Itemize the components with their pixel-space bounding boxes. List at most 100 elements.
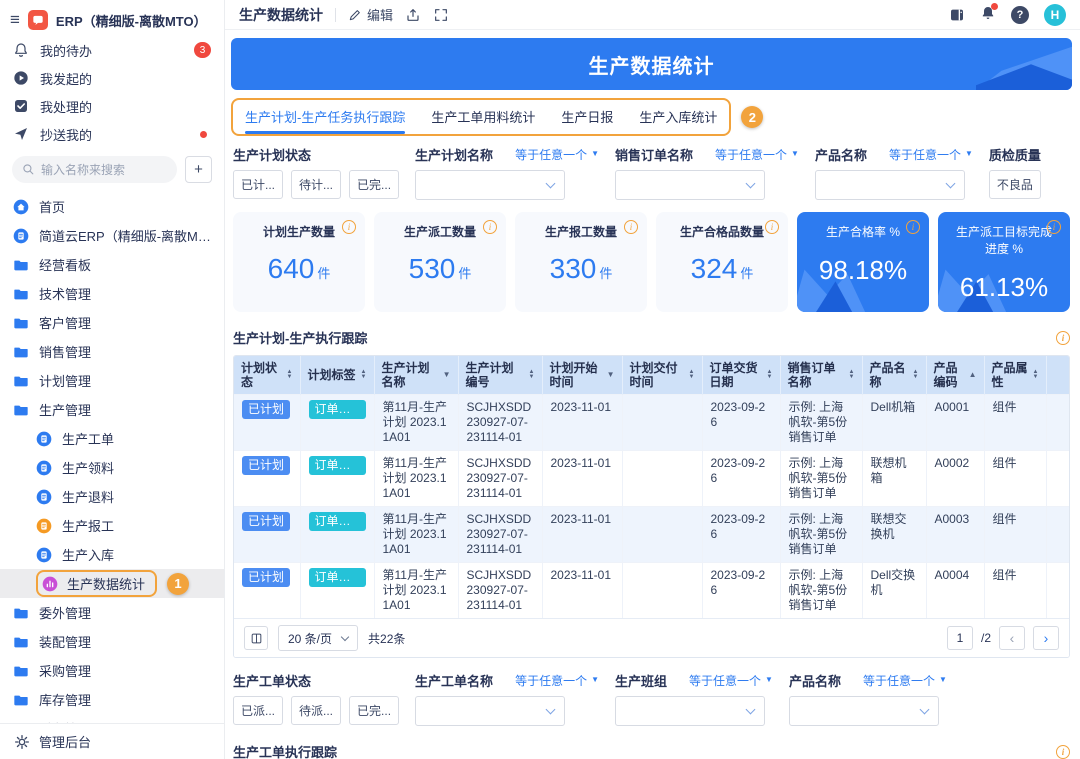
sort-icon[interactable]: ▲▼ xyxy=(1033,370,1039,380)
sort-icon[interactable]: ▲▼ xyxy=(361,370,367,380)
sidebar-item-我发起的[interactable]: 我发起的 xyxy=(0,64,224,92)
sidebar-item-生产管理[interactable]: 生产管理 xyxy=(0,395,224,424)
sidebar-item-我处理的[interactable]: 我处理的 xyxy=(0,92,224,120)
info-icon[interactable]: i xyxy=(624,220,638,234)
column-header-生产计划编号[interactable]: 生产计划编号▲▼ xyxy=(458,356,542,395)
sidebar-item-装配管理[interactable]: 装配管理 xyxy=(0,627,224,656)
filter-operator[interactable]: 等于任意一个▼ xyxy=(863,672,947,689)
tab-生产入库统计[interactable]: 生产入库统计 xyxy=(639,107,717,134)
sort-asc-icon[interactable]: ▲ xyxy=(969,371,977,379)
sort-icon[interactable]: ▲▼ xyxy=(689,370,695,380)
sidebar-item-技术管理[interactable]: 技术管理 xyxy=(0,279,224,308)
column-header-销售订单名称[interactable]: 销售订单名称▲▼ xyxy=(780,356,862,395)
filter-select[interactable] xyxy=(615,170,765,200)
sort-icon[interactable]: ▲▼ xyxy=(287,370,293,380)
filter-operator[interactable]: 等于任意一个▼ xyxy=(515,146,599,163)
tab-生产日报[interactable]: 生产日报 xyxy=(561,107,613,134)
filter-select[interactable] xyxy=(789,696,939,726)
column-settings-icon[interactable] xyxy=(244,626,268,650)
notifications-bell-icon[interactable] xyxy=(980,5,996,24)
filter-select[interactable] xyxy=(815,170,965,200)
sidebar-item-简道云ERP（精细版-离散MTO）「...[interactable]: 简道云ERP（精细版-离散MTO）「... xyxy=(0,221,224,250)
column-header-产品属性[interactable]: 产品属性▲▼ xyxy=(984,356,1046,395)
next-page-button[interactable]: › xyxy=(1033,626,1059,650)
sidebar-item-财务管理[interactable]: 财务管理 xyxy=(0,714,224,723)
tab-生产计划-生产任务执行跟踪[interactable]: 生产计划-生产任务执行跟踪 xyxy=(245,107,405,134)
user-avatar[interactable]: H xyxy=(1044,4,1066,26)
sidebar-item-生产工单[interactable]: 生产工单 xyxy=(0,424,224,453)
sidebar-item-经营看板[interactable]: 经营看板 xyxy=(0,250,224,279)
filter-status-group: 生产工单状态已派...待派...已完... xyxy=(233,672,399,726)
info-icon[interactable]: i xyxy=(342,220,356,234)
filter-operator[interactable]: 等于任意一个▼ xyxy=(889,146,973,163)
status-filter-button[interactable]: 已计... xyxy=(233,170,283,199)
sidebar-item-生产报工[interactable]: 生产报工 xyxy=(0,511,224,540)
menu-item-label: 库存管理 xyxy=(39,690,91,709)
filter-operator[interactable]: 等于任意一个▼ xyxy=(689,672,773,689)
sort-desc-icon[interactable]: ▼ xyxy=(607,371,615,379)
panel-icon[interactable] xyxy=(949,7,965,23)
sidebar-item-委外管理[interactable]: 委外管理 xyxy=(0,598,224,627)
prev-page-button[interactable]: ‹ xyxy=(999,626,1025,650)
sidebar-item-生产退料[interactable]: 生产退料 xyxy=(0,482,224,511)
table-row[interactable]: 已计划订单计...第11月-生产计划 2023.11A01SCJHXSDD230… xyxy=(234,563,1069,619)
sort-desc-icon[interactable]: ▼ xyxy=(443,371,451,379)
filter-select[interactable] xyxy=(615,696,765,726)
column-header-产品编码[interactable]: 产品编码▲ xyxy=(926,356,984,395)
sidebar-item-生产领料[interactable]: 生产领料 xyxy=(0,453,224,482)
info-icon[interactable]: i xyxy=(1056,745,1070,759)
sidebar-item-生产入库[interactable]: 生产入库 xyxy=(0,540,224,569)
sidebar-item-首页[interactable]: 首页 xyxy=(0,192,224,221)
sort-icon[interactable]: ▲▼ xyxy=(913,370,919,380)
sidebar-item-销售管理[interactable]: 销售管理 xyxy=(0,337,224,366)
info-icon[interactable]: i xyxy=(1056,331,1070,345)
column-header-计划状态[interactable]: 计划状态▲▼ xyxy=(234,356,300,395)
help-icon[interactable]: ? xyxy=(1011,6,1029,24)
filter-select[interactable] xyxy=(415,170,565,200)
sidebar-item-我的待办[interactable]: 我的待办3 xyxy=(0,36,224,64)
search-input[interactable]: 输入名称来搜索 xyxy=(12,156,177,183)
sort-icon[interactable]: ▲▼ xyxy=(849,370,855,380)
page-size-select[interactable]: 20 条/页 xyxy=(278,625,358,651)
status-filter-button[interactable]: 已完... xyxy=(349,696,399,725)
table-row[interactable]: 已计划订单计...第11月-生产计划 2023.11A01SCJHXSDD230… xyxy=(234,451,1069,507)
status-filter-button[interactable]: 待计... xyxy=(291,170,341,199)
status-filter-button[interactable]: 已派... xyxy=(233,696,283,725)
info-icon[interactable]: i xyxy=(483,220,497,234)
sidebar-item-抄送我的[interactable]: 抄送我的 xyxy=(0,120,224,148)
filter-operator[interactable]: 等于任意一个▼ xyxy=(515,672,599,689)
filter-operator[interactable]: 等于任意一个▼ xyxy=(715,146,799,163)
column-header-计划交付时间[interactable]: 计划交付时间▲▼ xyxy=(622,356,702,395)
tab-生产工单用料统计[interactable]: 生产工单用料统计 xyxy=(431,107,535,134)
info-icon[interactable]: i xyxy=(765,220,779,234)
column-header-计划开始时间[interactable]: 计划开始时间▼ xyxy=(542,356,622,395)
filter-select[interactable] xyxy=(415,696,565,726)
sidebar-item-库存管理[interactable]: 库存管理 xyxy=(0,685,224,714)
add-button[interactable]: + xyxy=(185,156,212,183)
column-header-订单交货日期[interactable]: 订单交货日期▲▼ xyxy=(702,356,780,395)
status-filter-button[interactable]: 待派... xyxy=(291,696,341,725)
edit-button[interactable]: 编辑 xyxy=(348,5,393,24)
share-icon[interactable] xyxy=(405,7,421,23)
sort-icon[interactable]: ▲▼ xyxy=(529,370,535,380)
column-header-产品名称[interactable]: 产品名称▲▼ xyxy=(862,356,926,395)
current-page-input[interactable]: 1 xyxy=(947,626,973,650)
hamburger-icon[interactable]: ≡ xyxy=(10,10,20,30)
table-row[interactable]: 已计划订单计...第11月-生产计划 2023.11A01SCJHXSDD230… xyxy=(234,507,1069,563)
quality-filter-button[interactable]: 不良品 xyxy=(989,170,1041,199)
sidebar-item-采购管理[interactable]: 采购管理 xyxy=(0,656,224,685)
sidebar-item-生产数据统计[interactable]: 生产数据统计1 xyxy=(0,569,224,598)
column-header-生产计划名称[interactable]: 生产计划名称▼ xyxy=(374,356,458,395)
fullscreen-icon[interactable] xyxy=(433,7,449,23)
status-filter-button[interactable]: 已完... xyxy=(349,170,399,199)
column-header-计划标签[interactable]: 计划标签▲▼ xyxy=(300,356,374,395)
info-icon[interactable]: i xyxy=(1047,220,1061,234)
triangle-down-icon: ▼ xyxy=(591,150,599,158)
sidebar-item-客户管理[interactable]: 客户管理 xyxy=(0,308,224,337)
info-icon[interactable]: i xyxy=(906,220,920,234)
sort-icon[interactable]: ▲▼ xyxy=(767,370,773,380)
admin-console-item[interactable]: 管理后台 xyxy=(0,723,224,759)
sidebar-item-计划管理[interactable]: 计划管理 xyxy=(0,366,224,395)
table-row[interactable]: 已计划订单计...第11月-生产计划 2023.11A01SCJHXSDD230… xyxy=(234,395,1069,451)
table-cell: 2023-11-01 xyxy=(542,563,622,619)
